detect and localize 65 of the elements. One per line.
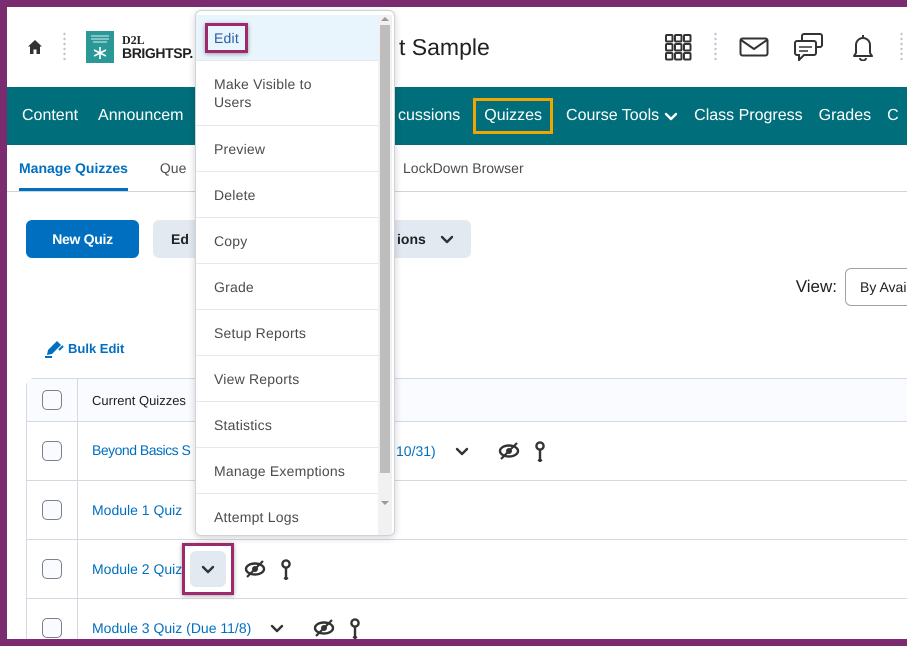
college-logo-icon [86,31,114,63]
tab[interactable]: Manage Quizzes [19,148,128,191]
scrollbar-thumb[interactable] [380,25,390,473]
checkbox[interactable] [42,390,62,410]
menu-item[interactable]: Preview [196,126,378,172]
checkbox[interactable] [42,500,62,520]
nav-link[interactable]: Grades [816,98,874,134]
divider-dots-icon [63,32,66,62]
chevron-down-icon [201,564,216,574]
checkbox[interactable] [42,559,62,579]
quiz-link[interactable]: Module 2 Quiz [92,561,182,577]
quiz-link[interactable]: Module 1 Quiz [92,502,182,518]
nav-link[interactable]: Content [19,98,82,134]
nav-link[interactable]: Quizzes [473,98,554,134]
pencil-icon [44,338,64,358]
menu-item[interactable]: Statistics [196,402,378,448]
menu-item[interactable]: Delete [196,172,378,218]
chevron-down-icon [454,446,469,456]
quiz-link[interactable]: 10/31) [396,443,436,459]
checkbox[interactable] [42,441,62,461]
checkbox[interactable] [42,618,62,638]
apps-grid-icon [665,34,692,60]
divider-dots-icon [900,32,903,62]
pin-icon [280,558,292,580]
eye-slash-icon [498,440,520,462]
menu-item[interactable]: Manage Exemptions [196,448,378,494]
chevron-down-icon [270,622,284,634]
nav-link[interactable]: Announcem [95,98,186,134]
menu-item[interactable]: Copy [196,218,378,264]
bulk-edit-link[interactable]: Bulk Edit [44,338,124,358]
menu-item[interactable]: View Reports [196,356,378,402]
menu-item[interactable]: Edit [196,15,378,61]
quiz-link[interactable]: Beyond Basics S [92,442,190,458]
new-quiz-button[interactable]: New Quiz [26,220,139,258]
view-label: View: [796,277,837,297]
course-title: t Sample [399,34,490,60]
tab[interactable]: LockDown Browser [403,148,524,191]
quiz-link[interactable]: Module 3 Quiz (Due 11/8) [92,620,252,636]
divider-dots-icon [714,32,717,62]
actions-menu-button[interactable] [190,551,226,587]
nav-link[interactable]: Class Progress [691,98,806,134]
chat-icon [794,33,823,61]
scroll-up-icon [380,15,390,23]
brand-wordmark: D2L [122,34,146,46]
chevron-down-icon [664,110,678,122]
mail-icon [739,37,769,57]
eye-slash-icon [244,558,266,580]
nav-link[interactable]: C [884,98,902,134]
menu-item[interactable]: Grade [196,264,378,310]
pin-icon [349,618,362,638]
menu-item[interactable]: Attempt Logs [196,494,378,535]
nav-link[interactable]: cussions [395,98,464,134]
tab[interactable]: Que [160,148,186,191]
column-header: Current Quizzes [92,392,186,408]
scroll-down-icon [380,499,390,507]
eye-slash-icon [313,617,336,639]
brand-name: BRIGHTSP. [122,46,194,60]
menu-item[interactable]: Make Visible to Users [196,61,378,126]
pin-icon [534,440,546,462]
nav-link[interactable]: Course Tools [563,98,682,134]
home-icon [27,39,43,55]
bell-icon [851,33,875,61]
menu-item[interactable]: Setup Reports [196,310,378,356]
view-select[interactable]: By Avail [845,268,907,306]
chevron-down-icon [440,234,454,244]
